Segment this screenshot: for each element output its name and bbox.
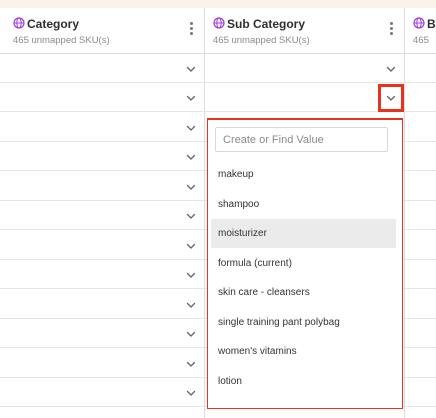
chevron-down-icon[interactable] bbox=[185, 239, 197, 251]
column-menu-icon[interactable] bbox=[186, 22, 196, 36]
chevron-down-icon[interactable] bbox=[185, 209, 197, 221]
dropdown-option[interactable]: women's vitamins bbox=[211, 337, 396, 366]
globe-icon bbox=[413, 17, 425, 29]
chevron-down-icon[interactable] bbox=[185, 121, 197, 133]
chevron-down-icon[interactable] bbox=[185, 327, 197, 339]
chevron-down-icon[interactable] bbox=[385, 62, 397, 74]
dropdown-option[interactable]: lotion bbox=[211, 367, 396, 396]
column-title: Category bbox=[27, 17, 80, 31]
column-unmapped-count: 465 bbox=[413, 35, 429, 46]
dropdown-option[interactable]: formula (current) bbox=[211, 249, 396, 278]
table-header: Category 465 unmapped SKU(s) Sub Categor… bbox=[0, 8, 436, 54]
column-header-sub-category[interactable]: Sub Category 465 unmapped SKU(s) bbox=[205, 8, 404, 53]
chevron-down-icon[interactable] bbox=[185, 268, 197, 280]
chevron-down-icon[interactable] bbox=[185, 357, 197, 369]
dropdown-option[interactable]: single training pant polybag bbox=[211, 308, 396, 337]
top-banner-strip bbox=[0, 0, 436, 8]
chevron-down-icon[interactable] bbox=[185, 150, 197, 162]
dropdown-option[interactable]: shampoo bbox=[211, 190, 396, 219]
chevron-down-icon[interactable] bbox=[185, 298, 197, 310]
dropdown-option[interactable]: moisturizer bbox=[211, 219, 396, 248]
column-unmapped-count: 465 unmapped SKU(s) bbox=[13, 35, 110, 46]
chevron-down-icon[interactable] bbox=[185, 180, 197, 192]
create-or-find-value-input[interactable] bbox=[215, 127, 388, 152]
dropdown-option[interactable]: skin care - cleansers bbox=[211, 278, 396, 307]
dropdown-option[interactable]: makeup bbox=[211, 160, 396, 189]
column-menu-icon[interactable] bbox=[386, 22, 396, 36]
globe-icon bbox=[13, 17, 25, 29]
chevron-down-icon[interactable] bbox=[185, 62, 197, 74]
table-row bbox=[0, 53, 436, 83]
column-header-brand[interactable]: Br 465 bbox=[405, 8, 436, 53]
column-title: Br bbox=[427, 17, 436, 31]
chevron-down-icon[interactable] bbox=[185, 91, 197, 103]
table-row bbox=[0, 83, 436, 112]
highlight-box-dropdown-toggle bbox=[378, 84, 404, 112]
column-title: Sub Category bbox=[227, 17, 306, 31]
globe-icon bbox=[213, 17, 225, 29]
column-unmapped-count: 465 unmapped SKU(s) bbox=[213, 35, 310, 46]
sub-category-dropdown: makeupshampoomoisturizerformula (current… bbox=[208, 120, 402, 408]
column-header-category[interactable]: Category 465 unmapped SKU(s) bbox=[5, 8, 204, 53]
chevron-down-icon[interactable] bbox=[185, 386, 197, 398]
